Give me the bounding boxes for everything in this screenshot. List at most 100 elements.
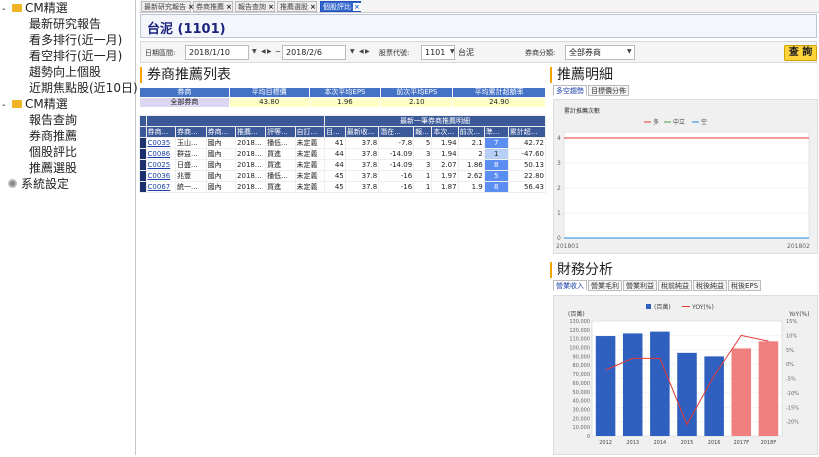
tab-latest-reports[interactable]: 最新研究報告 × — [141, 1, 194, 12]
table-row[interactable]: C0086 群益... 國內 2018... 買進 未定義 44 37.8 -14.09 3 1.9… — [139, 148, 547, 160]
tab-target-price-dist[interactable]: 目標價分佈 — [588, 85, 629, 96]
y-tick-label: 0 — [587, 434, 590, 440]
tab-pretax-income[interactable]: 稅前純益 — [658, 280, 692, 291]
sidebar-item-uptrend[interactable]: 趨勢向上個股 — [29, 64, 101, 81]
query-button[interactable]: 查 詢 — [784, 45, 817, 61]
tab-report-query[interactable]: 報告查詢 × — [235, 1, 275, 12]
table-row[interactable]: C0067 統一... 國內 2018... 買進 未定義 45 37.8 -16 1 1.87 1.… — [139, 181, 547, 193]
y2-tick-label: -10% — [786, 391, 799, 397]
tab-gross-profit[interactable]: 營業毛利 — [588, 280, 622, 291]
bar — [731, 348, 752, 436]
detail-header-cell[interactable]: 本次... — [431, 126, 459, 138]
sidebar-item-report-query[interactable]: 報告查詢 — [29, 112, 77, 129]
tab-bull-bear-trend[interactable]: 多空趨勢 — [553, 85, 587, 96]
summary-cell: 2.10 — [380, 97, 454, 108]
broker-category-select[interactable]: 全部券商 — [565, 45, 635, 60]
detail-header-cell[interactable]: 評等... — [265, 126, 296, 138]
next-arrow-icon[interactable]: ▶ — [365, 48, 370, 55]
collapse-icon[interactable]: - — [2, 1, 8, 18]
table-row[interactable]: C0035 玉山... 國內 2018... 播低... 未定義 41 37.8 -7.8 5 1.… — [139, 137, 547, 149]
table-cell: 1.87 — [431, 181, 459, 193]
prev-arrow-icon[interactable]: ◀ — [359, 48, 364, 55]
tab-operating-income[interactable]: 營業利益 — [623, 280, 657, 291]
chart-title: 累計推薦次數 — [564, 107, 600, 115]
table-cell: 3 — [413, 159, 433, 171]
date-from-input[interactable]: 2018/1/10 — [185, 45, 249, 60]
table-cell: 2.1 — [457, 137, 485, 149]
sidebar-section-cm-2[interactable]: - CM精選 — [0, 96, 68, 113]
dropdown-arrow-icon[interactable]: ▼ — [350, 48, 355, 55]
table-cell: 2018... — [235, 137, 267, 149]
broker-code-link[interactable]: C0035 — [145, 137, 177, 149]
tab-stock-rating[interactable]: 個股評比 × — [320, 1, 361, 12]
next-arrow-icon[interactable]: ▶ — [267, 48, 272, 55]
sidebar-item-settings[interactable]: 系統設定 — [0, 176, 69, 193]
detail-header-cell[interactable]: 券商... — [145, 126, 177, 138]
y-tick-label: 50,000 — [573, 390, 591, 396]
header-spacer — [145, 115, 326, 127]
sidebar-item-bearish-rank[interactable]: 看空排行(近一月) — [29, 48, 122, 65]
y-tick-label: 40,000 — [573, 399, 591, 405]
sidebar-section-cm-1[interactable]: - CM精選 — [0, 0, 68, 17]
sidebar-item-latest-reports[interactable]: 最新研究報告 — [29, 16, 101, 33]
financial-chart: (百萬) YOY(%) (百萬) YoY(%) 0 10,000 20,000 30,000 4… — [553, 295, 818, 455]
tab-revenue[interactable]: 營業收入 — [553, 280, 587, 291]
tab-broker-recommend[interactable]: 券商推薦 × — [193, 1, 233, 12]
close-icon[interactable]: × — [310, 3, 316, 11]
table-cell: 買進 — [265, 159, 296, 171]
detail-header-cell[interactable]: 推薦... — [235, 126, 267, 138]
sidebar-item-stock-rating[interactable]: 個股評比 — [29, 144, 77, 161]
legend-swatch — [646, 304, 651, 309]
table-cell: 5 — [413, 137, 433, 149]
tab-eps[interactable]: 稅後EPS — [728, 280, 762, 291]
x-tick-label: 201801 — [556, 243, 579, 250]
table-cell: 買進 — [265, 148, 296, 160]
close-icon[interactable]: × — [226, 3, 232, 11]
sidebar-item-recommend-picks[interactable]: 推薦選股 — [29, 160, 77, 177]
dropdown-arrow-icon[interactable]: ▼ — [627, 48, 632, 55]
sidebar-item-bullish-rank[interactable]: 看多排行(近一月) — [29, 32, 122, 49]
detail-header-cell[interactable]: 累計超... — [507, 126, 547, 138]
sidebar-item-broker-recommend[interactable]: 券商推薦 — [29, 128, 77, 145]
table-cell: 42.72 — [507, 137, 547, 149]
detail-header-cell[interactable]: 自訂... — [294, 126, 326, 138]
detail-header-cell[interactable]: 最新收... — [344, 126, 380, 138]
right-panel: 推薦明細 多空趨勢 目標價分佈 累計推薦次數多 中立 空 0 1 2 3 4 201801 2018… — [550, 64, 819, 455]
broker-code-link[interactable]: C0086 — [145, 148, 177, 160]
dropdown-arrow-icon[interactable]: ▼ — [450, 48, 455, 55]
legend-label: 中立 — [673, 118, 685, 126]
broker-code-link[interactable]: C0025 — [145, 159, 177, 171]
detail-header-cell[interactable]: 券商... — [205, 126, 237, 138]
detail-header-cell[interactable]: 潛在... — [378, 126, 415, 138]
detail-header-cell[interactable]: 券商... — [175, 126, 207, 138]
tab-recommend-picks[interactable]: 推薦選股 × — [277, 1, 317, 12]
detail-header-cell[interactable]: 前次... — [457, 126, 485, 138]
y2-tick-label: -20% — [786, 420, 799, 426]
detail-header-cell[interactable]: 目... — [324, 126, 346, 138]
broker-code-link[interactable]: C0067 — [145, 181, 177, 193]
table-cell: 37.8 — [344, 148, 380, 160]
y-tick-label: 70,000 — [573, 372, 591, 378]
prev-arrow-icon[interactable]: ◀ — [261, 48, 266, 55]
tab-net-income[interactable]: 稅後純益 — [693, 280, 727, 291]
bar — [595, 336, 616, 436]
sidebar-item-focus-stocks[interactable]: 近期焦點股(近10日) — [29, 80, 138, 97]
collapse-icon[interactable]: - — [2, 97, 8, 114]
close-icon[interactable]: × — [268, 3, 274, 11]
close-icon[interactable]: × — [353, 3, 361, 11]
detail-header-cell[interactable]: 準... — [483, 126, 509, 138]
detail-header-cell[interactable]: 報... — [413, 126, 433, 138]
table-cell: 37.8 — [344, 159, 380, 171]
dropdown-arrow-icon[interactable]: ▼ — [252, 48, 257, 55]
summary-cell: 24.90 — [452, 97, 546, 108]
table-cell: -16 — [378, 181, 415, 193]
table-row[interactable]: C0036 兆豐 國內 2018... 播低... 未定義 45 37.8 -16 1 1.97 2.… — [139, 170, 547, 182]
table-cell: 1 — [413, 181, 433, 193]
table-row[interactable]: C0025 日盛... 國內 2018... 買進 未定義 44 37.8 -14.09 3 2.0… — [139, 159, 547, 171]
date-to-input[interactable]: 2018/2/6 — [282, 45, 346, 60]
y2-tick-label: -15% — [786, 405, 799, 411]
y-tick-label: 20,000 — [573, 416, 591, 422]
table-cell: 播低... — [265, 137, 296, 149]
broker-code-link[interactable]: C0036 — [145, 170, 177, 182]
table-cell: 22.80 — [507, 170, 547, 182]
